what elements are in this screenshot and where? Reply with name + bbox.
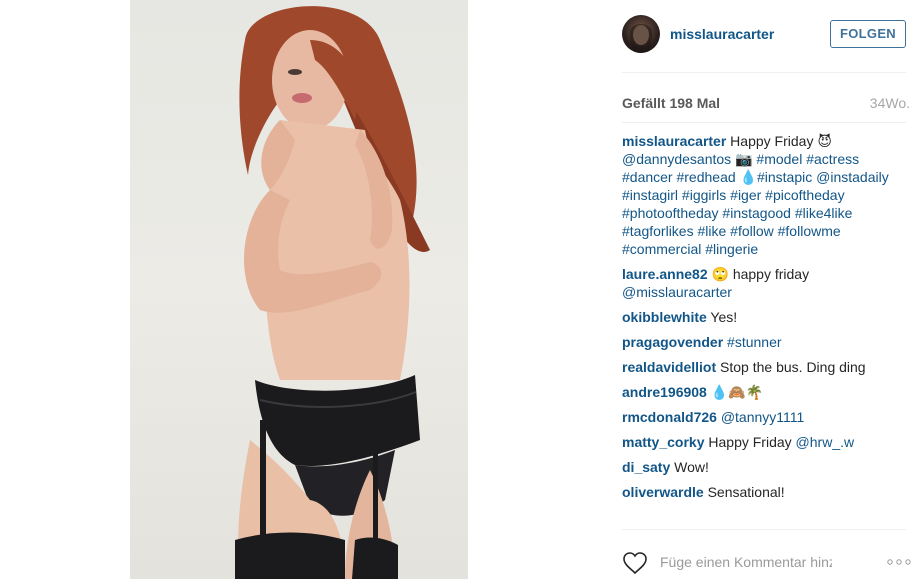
divider [622,72,906,73]
caption: misslauracarter Happy Friday 😈 @dannydes… [622,132,892,258]
add-comment-input[interactable] [660,551,832,573]
comment-item: pragagovender #stunner [622,333,892,351]
comment-username-link[interactable]: andre196908 [622,384,707,400]
caption-text: 📷 [731,151,757,167]
comment-text: Stop the bus. Ding ding [716,359,866,375]
comment-username-link[interactable]: di_saty [622,459,670,475]
comment-text: Yes! [706,309,738,325]
comment-item: andre196908 💧🙈🌴 [622,383,892,401]
comment-username-link[interactable]: rmcdonald726 [622,409,717,425]
header-username-link[interactable]: misslauracarter [670,26,774,42]
comment-tag-link[interactable]: @tannyy1111 [721,409,805,425]
comment-tag-link[interactable]: #stunner [727,334,781,350]
comment-item: rmcdonald726 @tannyy1111 [622,408,892,426]
comment-username-link[interactable]: realdavidelliot [622,359,716,375]
comment-item: okibblewhite Yes! [622,308,892,326]
caption-text: 💧 [735,169,757,185]
photo-area [0,0,598,579]
divider [622,529,906,530]
caption-username-link[interactable]: misslauracarter [622,133,726,149]
comment-username-link[interactable]: oliverwardle [622,484,704,500]
comment-item: laure.anne82 🙄 happy friday @misslauraca… [622,265,892,301]
more-options-icon[interactable] [886,556,912,568]
likes-count[interactable]: Gefällt 198 Mal [622,95,720,111]
comments-list: misslauracarter Happy Friday 😈 @dannydes… [622,132,892,524]
comment-item: di_saty Wow! [622,458,892,476]
caption-text: Happy Friday 😈 [726,133,832,149]
comment-text: 💧🙈🌴 [706,384,764,400]
comment-tag-link[interactable]: @misslauracarter [622,284,732,300]
comment-username-link[interactable]: laure.anne82 [622,266,708,282]
post-sidebar: misslauracarter FOLGEN Gefällt 198 Mal 3… [598,0,918,579]
heart-icon[interactable] [622,551,648,575]
post-timestamp[interactable]: 34Wo. [870,95,910,111]
comment-tag-link[interactable]: @hrw_.w [796,434,855,450]
comment-text: 🙄 happy friday [707,266,810,282]
avatar-illustration [630,24,652,53]
comment-text: Sensational! [703,484,785,500]
comment-item: realdavidelliot Stop the bus. Ding ding [622,358,892,376]
comment-username-link[interactable]: okibblewhite [622,309,707,325]
caption-mention-link[interactable]: @dannydesantos [622,151,731,167]
comment-username-link[interactable]: pragagovender [622,334,723,350]
comment-text: Wow! [670,459,709,475]
post-header: misslauracarter FOLGEN [598,0,918,72]
post-photo-illustration [235,6,430,579]
post-photo[interactable] [130,0,468,579]
divider [622,122,906,123]
comment-item: matty_corky Happy Friday @hrw_.w [622,433,892,451]
avatar[interactable] [622,15,660,53]
comment-username-link[interactable]: matty_corky [622,434,705,450]
follow-button[interactable]: FOLGEN [830,20,906,48]
comment-item: oliverwardle Sensational! [622,483,892,501]
comment-text: Happy Friday [704,434,796,450]
